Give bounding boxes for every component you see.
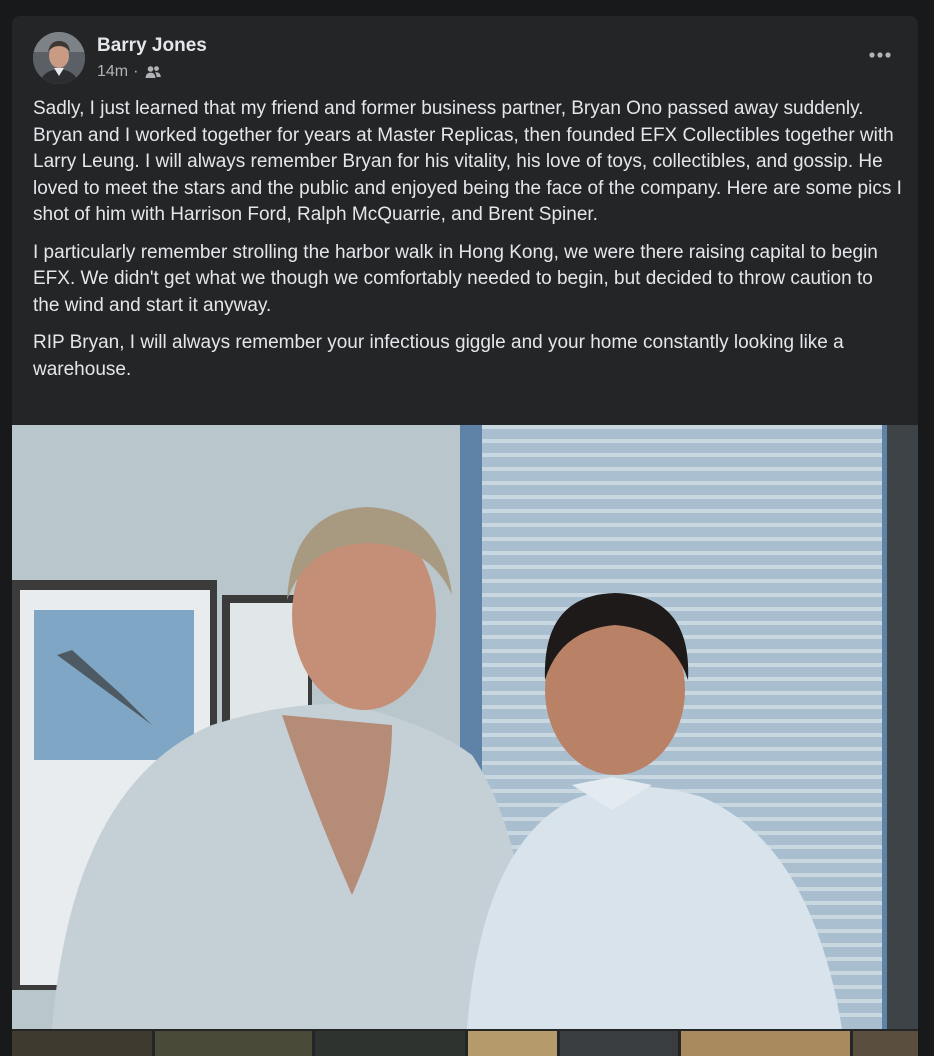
post-photo[interactable] <box>12 425 918 1029</box>
post-header: Barry Jones 14m · <box>12 16 918 96</box>
photo-thumbnail[interactable] <box>12 1031 152 1056</box>
photo-image <box>12 425 918 1029</box>
more-options-icon <box>869 52 891 58</box>
author-name[interactable]: Barry Jones <box>97 35 207 57</box>
post-paragraph: I particularly remember strolling the ha… <box>33 241 878 316</box>
photo-thumbnail[interactable] <box>680 1031 851 1056</box>
post-paragraph: Sadly, I just learned that my friend and… <box>33 98 902 225</box>
post-timestamp[interactable]: 14m <box>97 63 128 81</box>
meta-separator: · <box>133 63 139 80</box>
post-card: Barry Jones 14m · Sadly, I just learned <box>12 16 918 1056</box>
photo-thumbnail[interactable] <box>467 1031 558 1056</box>
photo-thumbnail[interactable] <box>154 1031 312 1056</box>
photo-thumbnail[interactable] <box>560 1031 678 1056</box>
post-paragraph: RIP Bryan, I will always remember your i… <box>33 332 844 380</box>
more-options-button[interactable] <box>862 40 898 70</box>
post-text: Sadly, I just learned that my friend and… <box>33 96 903 394</box>
friends-icon[interactable] <box>145 65 162 79</box>
avatar-image <box>33 32 85 84</box>
photo-thumbnail-strip <box>12 1031 918 1056</box>
photo-thumbnail[interactable] <box>315 1031 465 1056</box>
photo-thumbnail[interactable] <box>853 1031 918 1056</box>
post-meta: 14m · <box>97 63 162 81</box>
author-avatar[interactable] <box>33 32 85 84</box>
